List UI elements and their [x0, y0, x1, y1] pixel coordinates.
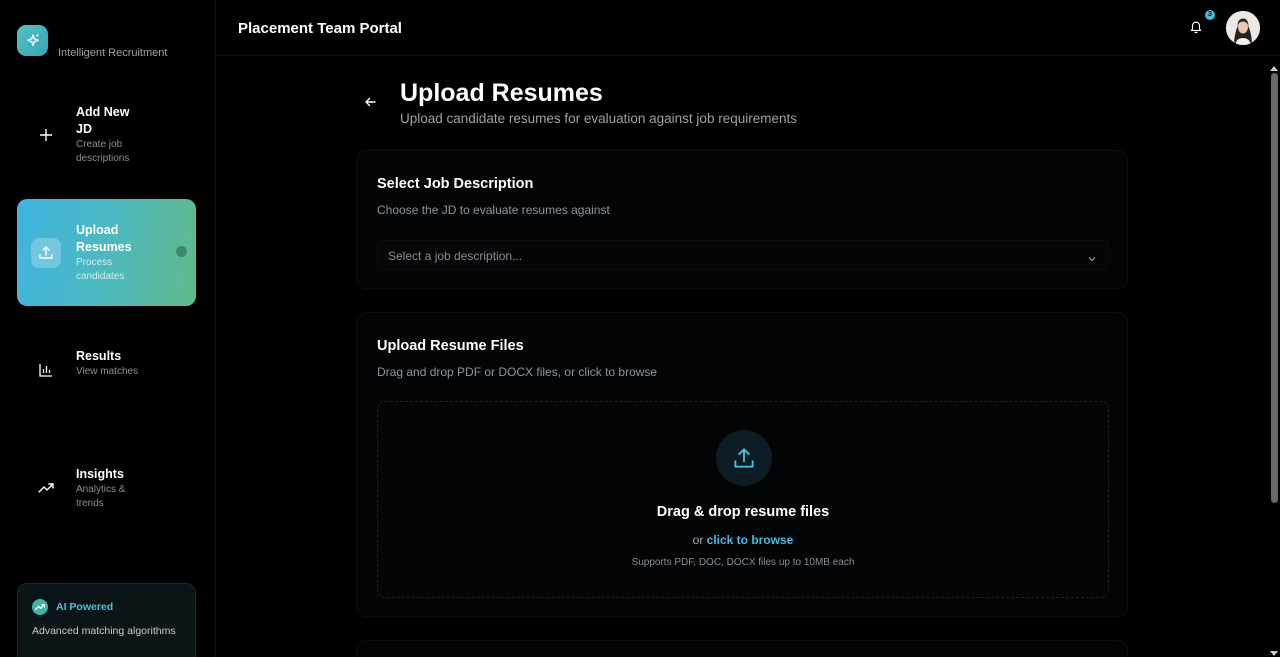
top-header: Placement Team Portal 3	[217, 0, 1280, 56]
ai-card-title: AI Powered	[56, 601, 114, 613]
browse-link[interactable]: click to browse	[707, 533, 794, 547]
sparkle-logo-icon[interactable]	[17, 25, 48, 56]
jd-select-card: Select Job Description Choose the JD to …	[356, 150, 1128, 289]
scrollbar-thumb[interactable]	[1271, 73, 1278, 503]
ai-powered-card: AI Powered Advanced matching algorithms	[17, 583, 196, 657]
bar-chart-icon	[31, 355, 61, 385]
card-subtitle: Choose the JD to evaluate resumes agains…	[377, 203, 610, 217]
sidebar-item-sub: Process candidates	[76, 257, 125, 282]
sidebar-item-title: Add New JD	[76, 105, 130, 136]
upload-files-card: Upload Resume Files Drag and drop PDF or…	[356, 312, 1128, 617]
active-indicator	[176, 246, 187, 257]
sidebar-item-title: Results	[76, 349, 122, 363]
card-title: Select Job Description	[377, 176, 534, 192]
notification-badge: 3	[1205, 10, 1215, 20]
or-text: or	[692, 533, 704, 547]
sidebar-item-sub: Analytics & trends	[76, 484, 126, 509]
bell-icon[interactable]	[1189, 19, 1205, 35]
portal-title: Placement Team Portal	[238, 20, 402, 37]
page-subtitle: Upload candidate resumes for evaluation …	[400, 111, 797, 126]
sidebar-item-title: Insights	[76, 467, 124, 481]
sidebar-item-sub: Create job descriptions	[76, 139, 130, 164]
supported-formats: Supports PDF, DOC, DOCX files up to 10MB…	[631, 557, 855, 568]
scroll-up-icon[interactable]	[1269, 59, 1279, 71]
page-title: Upload Resumes	[400, 79, 603, 107]
trending-up-icon	[32, 599, 48, 615]
upload-icon	[716, 430, 772, 486]
back-arrow-icon[interactable]	[362, 94, 378, 110]
trending-up-icon	[31, 473, 61, 503]
upload-icon	[31, 237, 61, 268]
plus-icon	[31, 120, 61, 150]
sidebar-item-sub: View matches	[76, 366, 139, 377]
sidebar: Intelligent Recruitment Add New JD Creat…	[0, 0, 216, 657]
resume-dropzone[interactable]: Drag & drop resume files or click to bro…	[377, 401, 1109, 598]
next-card	[356, 640, 1128, 657]
sidebar-item-upload-resumes[interactable]: Upload Resumes Process candidates	[17, 199, 196, 306]
brand-subtitle: Intelligent Recruitment	[58, 47, 168, 59]
sidebar-item-add-jd[interactable]: Add New JD Create job descriptions	[17, 81, 196, 188]
sidebar-item-results[interactable]: Results View matches	[17, 316, 196, 423]
job-description-select[interactable]: Select a job description...	[377, 240, 1109, 270]
ai-card-desc: Advanced matching algorithms	[32, 625, 176, 637]
card-subtitle: Drag and drop PDF or DOCX files, or clic…	[377, 365, 658, 379]
dropzone-browse-text: or click to browse	[378, 533, 1108, 547]
card-title: Upload Resume Files	[377, 338, 524, 354]
sidebar-item-insights[interactable]: Insights Analytics & trends	[17, 434, 196, 541]
chevron-down-icon	[1087, 251, 1097, 262]
avatar[interactable]	[1226, 11, 1260, 45]
sidebar-item-title: Upload Resumes	[76, 223, 132, 254]
scroll-down-icon[interactable]	[1269, 645, 1279, 656]
select-placeholder: Select a job description...	[388, 249, 523, 263]
dropzone-title: Drag & drop resume files	[656, 504, 830, 520]
